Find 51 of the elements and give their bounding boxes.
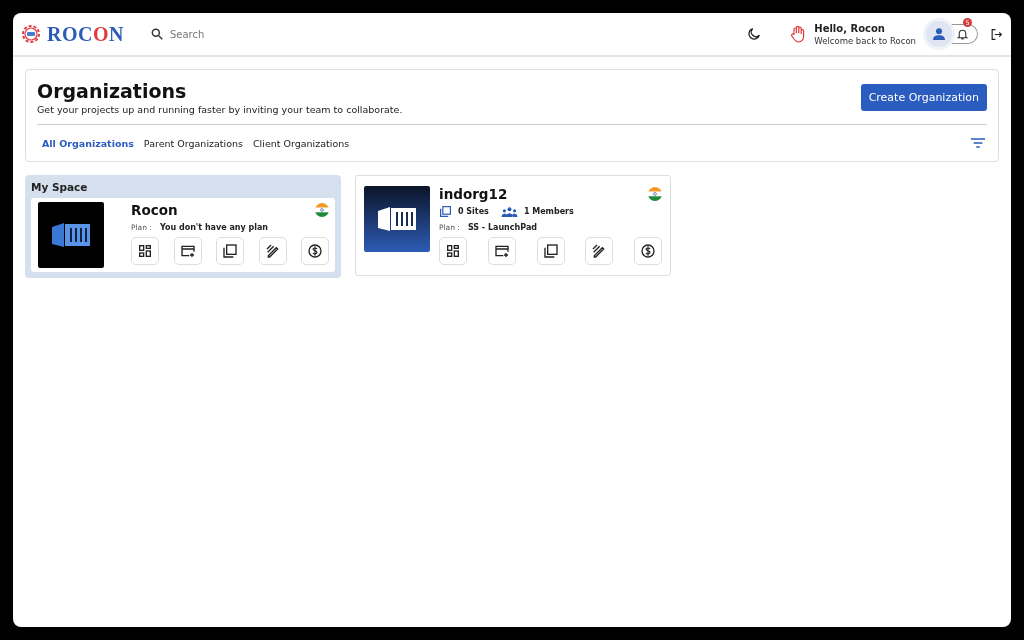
- logout-icon: [990, 27, 1003, 41]
- filter-tab[interactable]: Parent Organizations: [138, 137, 248, 149]
- filter-tab[interactable]: Client Organizations: [248, 137, 355, 149]
- billing-button[interactable]: [301, 237, 329, 265]
- people-icon: [500, 205, 518, 218]
- edit-button[interactable]: [258, 237, 287, 265]
- dashboard-button[interactable]: [439, 237, 467, 265]
- flag-icon: [315, 203, 329, 217]
- filter-tab[interactable]: All Organizations: [37, 137, 139, 149]
- avatar-button[interactable]: [926, 21, 952, 47]
- layers-icon: [542, 243, 559, 259]
- gear-icon: [19, 22, 43, 46]
- grid-icon: [445, 243, 461, 259]
- window-add-icon: [179, 243, 196, 259]
- dollar-icon: [640, 243, 656, 259]
- window-add-icon: [493, 243, 510, 259]
- dollar-icon: [307, 243, 323, 259]
- page-description: Get your projects up and running faster by inviting your team to collaborate.: [37, 104, 403, 115]
- greeting-text: Hello, Rocon: [814, 22, 886, 34]
- billing-button[interactable]: [634, 237, 662, 265]
- dashboard-button[interactable]: [131, 237, 159, 265]
- grid-icon: [137, 243, 153, 259]
- organization-name: indorg12: [439, 186, 508, 202]
- page-title: Organizations: [37, 80, 188, 102]
- sites-button[interactable]: [216, 237, 244, 265]
- section-title: My Space: [31, 181, 89, 193]
- sites-button[interactable]: [536, 237, 565, 265]
- layers-icon: [439, 205, 452, 218]
- edit-button[interactable]: [585, 237, 614, 265]
- filter-icon: [971, 138, 985, 148]
- sites-count: 0 Sites: [458, 207, 489, 216]
- layers-icon: [222, 243, 238, 259]
- plan-name: SS - LaunchPad: [467, 223, 538, 232]
- members-count: 1 Members: [523, 207, 574, 216]
- flag-icon: [648, 187, 662, 201]
- filter-button[interactable]: [969, 136, 987, 150]
- person-icon: [931, 26, 947, 42]
- create-organization-button[interactable]: Create Organization: [860, 84, 987, 111]
- add-site-button[interactable]: [173, 237, 202, 265]
- plan-name: You don't have any plan: [159, 223, 269, 232]
- add-site-button[interactable]: [487, 237, 516, 265]
- logo-text: ROCON: [47, 22, 124, 46]
- organization-name: Rocon: [131, 202, 178, 218]
- hand-icon: [790, 25, 807, 43]
- container-logo-image: [38, 202, 104, 268]
- moon-icon: [746, 26, 763, 42]
- welcome-text: Welcome back to Rocon: [814, 35, 916, 46]
- container-logo-image: [364, 186, 430, 252]
- bell-icon: [956, 27, 969, 41]
- pencil-icon: [264, 243, 281, 259]
- search-icon: [149, 27, 164, 41]
